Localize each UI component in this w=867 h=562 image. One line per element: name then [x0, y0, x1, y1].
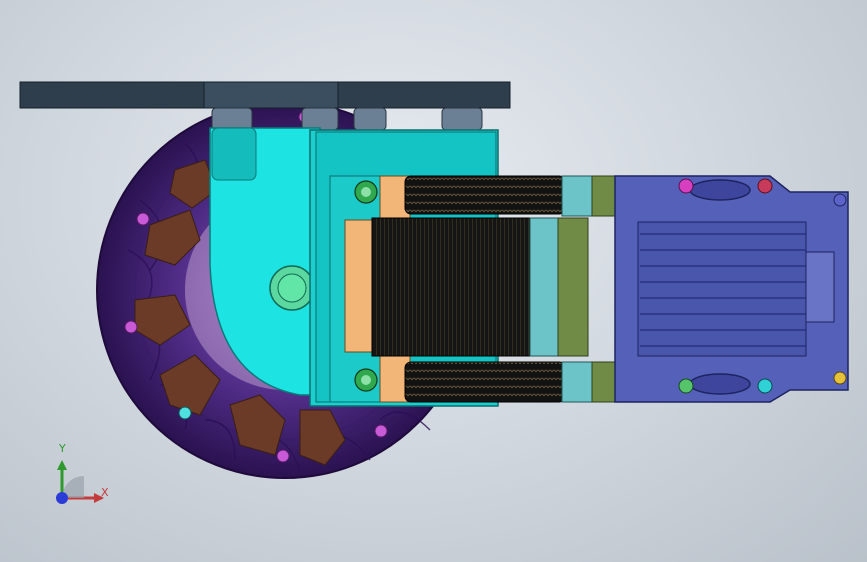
axis-y-label: Y [59, 442, 66, 455]
axis-x-label: X [101, 486, 109, 499]
motor-body[interactable] [614, 175, 849, 403]
stepper-motor[interactable] [329, 175, 618, 403]
axis-triad[interactable] [44, 440, 124, 510]
graphics-viewport[interactable]: Y X [0, 0, 867, 562]
motor-assembly-model[interactable] [0, 0, 867, 562]
